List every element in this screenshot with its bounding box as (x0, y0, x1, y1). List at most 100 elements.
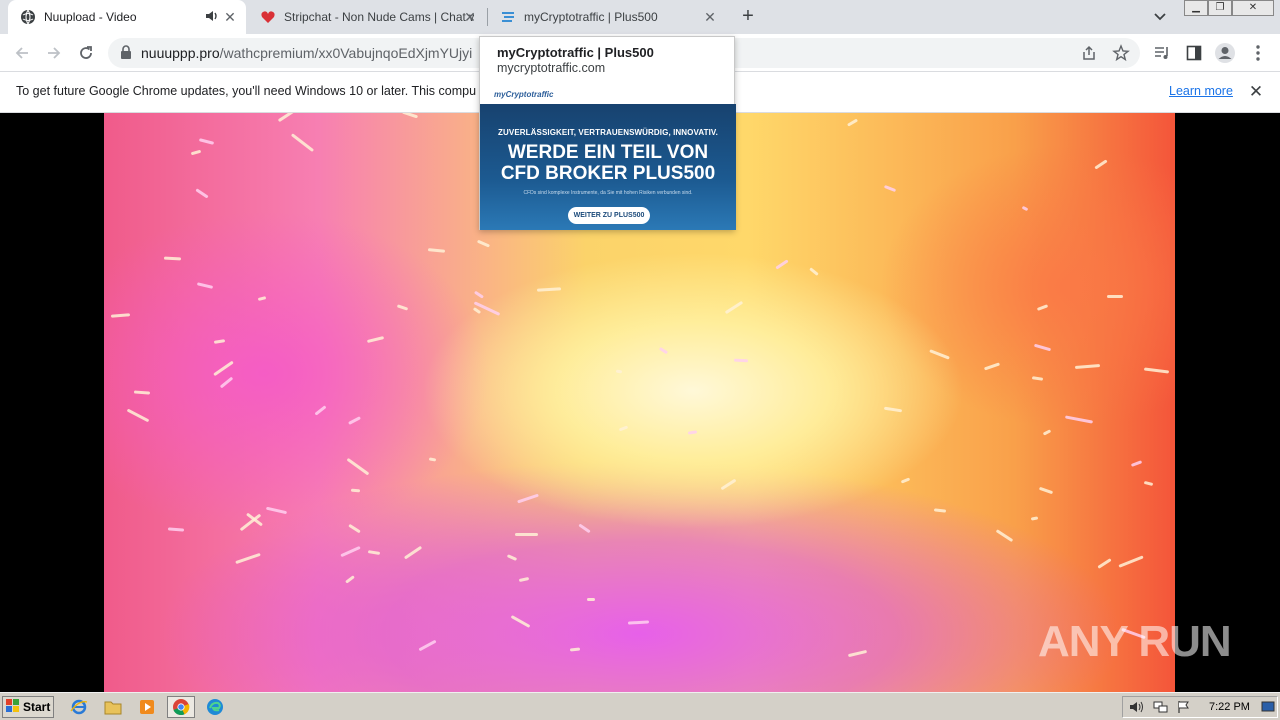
reload-button[interactable] (74, 41, 98, 65)
clock: 7:22 PM (1209, 701, 1250, 713)
tab-mycryptotraffic[interactable]: myCryptotraffic | Plus500 ✕ (488, 0, 726, 34)
ad-tagline: ZUVERLÄSSIGKEIT, VERTRAUENSWÜRDIG, INNOV… (498, 128, 718, 137)
spark (477, 239, 491, 248)
tab-nuupload[interactable]: Nuupload - Video ✕ (8, 0, 246, 34)
speaker-icon[interactable] (205, 9, 219, 26)
tab-title: Nuupload - Video (44, 10, 137, 24)
ad-cta-button: WEITER ZU PLUS500 (568, 207, 650, 224)
share-icon[interactable] (1080, 44, 1098, 67)
spark (720, 478, 737, 491)
forward-button[interactable] (42, 41, 66, 65)
spark (396, 304, 409, 311)
restore-button[interactable]: ❐ (1208, 0, 1232, 16)
spark (1106, 294, 1123, 298)
spark (1143, 480, 1154, 487)
spark (428, 248, 446, 253)
spark (403, 545, 423, 559)
system-tray: 7:22 PM (1122, 696, 1278, 718)
spark (578, 523, 592, 534)
tab-hover-card: myCryptotraffic | Plus500 mycryptotraffi… (479, 36, 736, 230)
spark (1039, 487, 1054, 495)
spark (345, 575, 355, 584)
back-button[interactable] (10, 41, 34, 65)
crypto-logo-icon (500, 9, 516, 25)
spark (1131, 459, 1143, 467)
globe-icon (20, 9, 36, 25)
flag-icon[interactable] (1177, 700, 1191, 719)
spark (510, 615, 531, 629)
spark (618, 425, 628, 432)
spark (163, 256, 181, 261)
windows-logo-icon (6, 698, 20, 716)
spark (1030, 516, 1038, 521)
spark (570, 647, 581, 652)
profile-avatar-icon[interactable] (1213, 41, 1237, 65)
spark (514, 533, 539, 537)
chevron-down-icon[interactable] (1150, 8, 1170, 26)
volume-icon[interactable] (1129, 700, 1145, 719)
close-icon[interactable]: ✕ (702, 9, 718, 25)
tab-stripchat[interactable]: Stripchat - Non Nude Cams | Chat wi ✕ (248, 0, 486, 34)
media-control-icon[interactable] (1150, 41, 1174, 65)
spark (340, 545, 362, 557)
spark (346, 457, 370, 475)
spark (134, 390, 151, 395)
spark (775, 259, 789, 270)
spark (688, 429, 698, 435)
edge-icon[interactable] (203, 696, 227, 718)
lock-icon[interactable] (120, 45, 132, 64)
spark (984, 362, 1001, 371)
chrome-icon[interactable] (167, 696, 195, 718)
infobar-message: To get future Google Chrome updates, you… (16, 84, 477, 98)
spark (846, 117, 858, 127)
spark (266, 506, 288, 515)
spark (290, 133, 314, 152)
internet-explorer-icon[interactable] (67, 696, 91, 718)
spark (884, 406, 903, 413)
spark (429, 457, 437, 462)
close-icon[interactable]: ✕ (222, 9, 238, 25)
start-button[interactable]: Start (2, 696, 54, 718)
side-panel-icon[interactable] (1182, 41, 1206, 65)
tab-title: myCryptotraffic | Plus500 (524, 10, 658, 24)
spark (1097, 558, 1112, 570)
tab-title: Stripchat - Non Nude Cams | Chat wi (284, 10, 474, 24)
spark (367, 549, 380, 555)
show-desktop-icon[interactable] (1261, 700, 1275, 719)
new-tab-button[interactable]: + (737, 6, 759, 28)
spark (1036, 303, 1049, 311)
spark (518, 576, 530, 582)
spark (367, 336, 385, 344)
spark (213, 360, 234, 377)
close-window-button[interactable]: ✕ (1232, 0, 1274, 16)
spark (167, 527, 184, 532)
menu-kebab-icon[interactable] (1246, 41, 1270, 65)
spark (517, 493, 540, 504)
file-explorer-icon[interactable] (101, 696, 125, 718)
ad-preview: ZUVERLÄSSIGKEIT, VERTRAUENSWÜRDIG, INNOV… (480, 104, 736, 230)
heart-icon (260, 9, 276, 25)
spark (235, 553, 261, 565)
spark (1074, 363, 1100, 369)
learn-more-link[interactable]: Learn more (1169, 84, 1233, 98)
close-icon[interactable]: ✕ (1247, 83, 1265, 101)
spark (1042, 429, 1051, 436)
spark (348, 524, 361, 534)
spark (258, 296, 268, 302)
network-icon[interactable] (1153, 700, 1169, 719)
spark (473, 307, 482, 314)
spark (1034, 343, 1052, 352)
close-icon[interactable]: ✕ (462, 9, 478, 25)
bookmark-star-icon[interactable] (1112, 44, 1130, 67)
spark (658, 347, 668, 355)
anyrun-watermark: ANY RUN (1038, 617, 1232, 666)
minimize-button[interactable]: ▁ (1184, 0, 1208, 16)
spark (933, 508, 946, 514)
tab-strip: Nuupload - Video ✕ Stripchat - Non Nude … (0, 0, 1280, 34)
spark (126, 408, 150, 423)
spark (884, 184, 897, 192)
media-player-icon[interactable] (135, 696, 159, 718)
spark (190, 149, 202, 156)
spark (314, 404, 327, 416)
hovercard-domain: mycryptotraffic.com (497, 61, 606, 75)
